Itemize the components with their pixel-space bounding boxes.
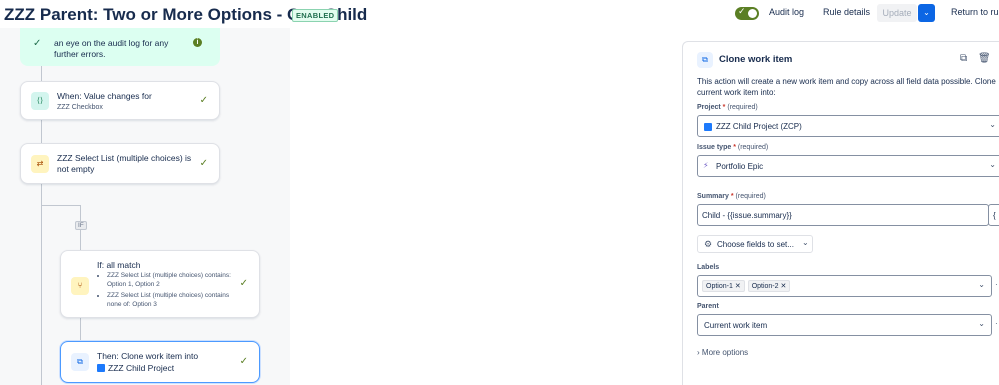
clone-icon: ⧉ xyxy=(697,52,713,68)
enable-toggle[interactable]: ✓ xyxy=(735,6,759,20)
check-icon: ✓ xyxy=(199,95,208,106)
if-condition-item: ZZZ Select List (multiple choices) conta… xyxy=(107,292,237,309)
action-config-panel: ⧉ Clone work item ⧉ 🗑 This action will c… xyxy=(682,41,999,385)
if-title: If: all match xyxy=(97,260,141,270)
smart-value-button[interactable]: { xyxy=(988,204,999,226)
trash-icon[interactable]: 🗑 xyxy=(978,53,991,64)
panel-description: This action will create a new work item … xyxy=(697,77,996,97)
audit-log-button[interactable]: Audit log xyxy=(769,7,804,17)
if-tag: IF xyxy=(75,221,87,230)
info-banner: ✓ an eye on the audit log for any furthe… xyxy=(20,28,220,66)
choose-fields-button[interactable]: ⚙ Choose fields to set... ⌄ xyxy=(697,235,813,253)
info-icon: i xyxy=(193,38,202,47)
clone-icon: ⧉ xyxy=(71,353,89,371)
project-label: Project * (required) xyxy=(697,104,758,111)
epic-icon: ⚡ xyxy=(703,161,709,170)
project-value: ZZZ Child Project (ZCP) xyxy=(716,122,802,131)
return-to-rules-link[interactable]: Return to rule xyxy=(951,7,999,17)
summary-label: Summary * (required) xyxy=(697,193,766,200)
trigger-subtitle: ZZZ Checkbox xyxy=(57,104,103,111)
trigger-title: When: Value changes for xyxy=(57,91,152,101)
branch-icon: ⑂ xyxy=(71,277,89,295)
labels-select[interactable]: Option-1 ✕ Option-2 ✕ ⌄ xyxy=(697,275,992,297)
project-select[interactable]: ZZZ Child Project (ZCP) ⌄ xyxy=(697,115,999,137)
action-card[interactable]: ⧉ Then: Clone work item into ZZZ Child P… xyxy=(60,341,260,383)
condition-card[interactable]: ⇄ ZZZ Select List (multiple choices) is … xyxy=(20,143,220,184)
labels-tags: Option-1 ✕ Option-2 ✕ xyxy=(702,280,793,292)
gear-icon: ⚙ xyxy=(704,239,713,249)
connector xyxy=(41,184,42,385)
condition-icon: ⇄ xyxy=(31,155,49,173)
check-icon: ✓ xyxy=(738,6,746,16)
issue-type-label: Issue type * (required) xyxy=(697,144,769,151)
connector xyxy=(80,318,81,343)
trigger-card[interactable]: ⟨⟩ When: Value changes for ZZZ Checkbox … xyxy=(20,81,220,120)
action-title: Then: Clone work item into xyxy=(97,351,199,361)
more-icon[interactable]: · xyxy=(995,319,998,328)
if-conditions: ZZZ Select List (multiple choices) conta… xyxy=(97,272,237,309)
action-project: ZZZ Child Project xyxy=(108,363,175,373)
parent-value: Current work item xyxy=(704,321,768,330)
summary-value: Child - {{issue.summary}} xyxy=(702,211,792,220)
banner-text: an eye on the audit log for any further … xyxy=(54,38,169,59)
chevron-down-icon: ⌄ xyxy=(978,319,985,328)
check-icon: ✓ xyxy=(239,356,248,367)
parent-select[interactable]: Current work item ⌄ xyxy=(697,314,992,336)
connector xyxy=(41,120,42,144)
status-badge: ENABLED xyxy=(292,9,339,22)
more-icon[interactable]: · xyxy=(995,280,998,289)
duplicate-icon[interactable]: ⧉ xyxy=(960,53,967,64)
connector xyxy=(41,66,42,82)
brace-icon: { xyxy=(993,211,996,220)
if-block-card[interactable]: ⑂ If: all match ZZZ Select List (multipl… xyxy=(60,250,260,318)
project-icon xyxy=(704,123,712,131)
update-menu-button[interactable]: ⌄ xyxy=(918,4,935,22)
update-button[interactable]: Update xyxy=(877,4,917,22)
project-icon xyxy=(97,364,105,372)
rule-details-button[interactable]: Rule details xyxy=(823,7,870,17)
chevron-down-icon: ⌄ xyxy=(802,238,809,247)
panel-title: Clone work item xyxy=(719,54,793,65)
close-icon[interactable]: ✕ xyxy=(735,283,741,290)
trigger-icon: ⟨⟩ xyxy=(31,92,49,110)
check-icon: ✓ xyxy=(239,278,248,289)
check-icon: ✓ xyxy=(199,158,208,169)
condition-title: ZZZ Select List (multiple choices) is no… xyxy=(57,153,192,174)
connector xyxy=(80,231,81,251)
chevron-down-icon: ⌄ xyxy=(989,160,996,169)
issue-type-select[interactable]: ⚡ Portfolio Epic ⌄ xyxy=(697,155,999,177)
parent-label: Parent xyxy=(697,303,719,310)
check-icon: ✓ xyxy=(33,38,42,49)
labels-label: Labels xyxy=(697,264,720,271)
summary-input[interactable]: Child - {{issue.summary}} xyxy=(697,204,989,226)
toggle-knob xyxy=(748,9,757,18)
label-tag[interactable]: Option-2 ✕ xyxy=(747,280,791,292)
close-icon[interactable]: ✕ xyxy=(781,283,787,290)
choose-fields-label: Choose fields to set... xyxy=(717,240,794,249)
chevron-right-icon: › xyxy=(697,348,700,357)
issue-type-value: Portfolio Epic xyxy=(716,162,764,171)
connector xyxy=(41,205,81,206)
label-tag[interactable]: Option-1 ✕ xyxy=(702,280,745,292)
chevron-down-icon: ⌄ xyxy=(923,8,930,17)
if-condition-item: ZZZ Select List (multiple choices) conta… xyxy=(107,272,237,289)
chevron-down-icon: ⌄ xyxy=(978,280,985,289)
chevron-down-icon: ⌄ xyxy=(989,120,996,129)
rule-canvas[interactable]: ✓ an eye on the audit log for any furthe… xyxy=(0,28,290,385)
more-options-toggle[interactable]: › More options xyxy=(697,348,748,357)
